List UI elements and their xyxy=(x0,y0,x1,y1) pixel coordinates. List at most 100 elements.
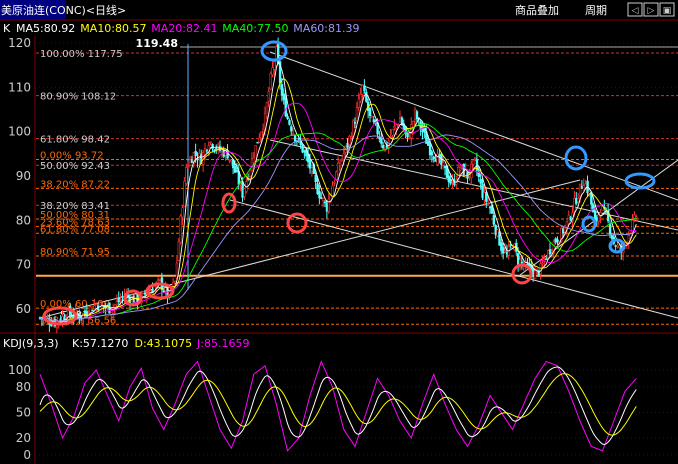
candle-body xyxy=(258,137,261,143)
candle-body xyxy=(115,301,119,306)
candle-body xyxy=(569,216,572,220)
candle-body xyxy=(273,61,276,70)
candle-body xyxy=(286,116,289,120)
kdj-k-line xyxy=(39,366,637,446)
ma-legend-item: MA10:80.57 xyxy=(80,22,146,35)
nav-button-icon: ◁ xyxy=(632,6,639,16)
candle-body xyxy=(292,133,295,135)
candle-body xyxy=(382,144,385,149)
candle-body xyxy=(631,219,634,233)
candle-body xyxy=(235,170,239,172)
candle-body xyxy=(438,154,441,157)
candle-body xyxy=(248,169,252,177)
candle-body xyxy=(361,84,364,95)
candle-body xyxy=(428,144,432,156)
candle-body xyxy=(503,250,507,252)
candle-body xyxy=(228,159,231,161)
candle-body xyxy=(363,85,366,91)
candle-body xyxy=(260,131,263,139)
y-tick-label: 100 xyxy=(8,125,31,139)
candle-body xyxy=(380,137,383,144)
kdj-tick-label: 80 xyxy=(16,380,31,394)
y-tick-label: 110 xyxy=(8,80,31,94)
fib-label: 80.90% 108.12 xyxy=(40,92,116,103)
candle-body xyxy=(177,241,181,261)
candle-body xyxy=(556,239,559,243)
candle-body xyxy=(395,124,398,129)
ma-legend-item: MA60:81.39 xyxy=(293,22,359,35)
candle-body xyxy=(496,229,499,237)
candle-body xyxy=(203,148,207,156)
candle-body xyxy=(325,203,329,212)
candle-body xyxy=(548,249,552,255)
candle-body xyxy=(451,181,454,183)
candle-body xyxy=(239,183,242,186)
candle-body xyxy=(481,183,484,199)
candle-body xyxy=(157,279,160,281)
candle-body xyxy=(539,263,542,275)
candle-body xyxy=(415,111,419,120)
candle-body xyxy=(301,144,304,153)
candle-body xyxy=(550,250,554,253)
ma-legend-item: MA40:77.50 xyxy=(222,22,288,35)
kdj-legend-item: J:85.1659 xyxy=(196,337,249,350)
candle-body xyxy=(432,156,436,159)
candle-body xyxy=(256,141,259,144)
candle-body xyxy=(573,198,576,212)
menu-overlay-button[interactable]: 商品叠加 xyxy=(515,3,559,17)
candle-body xyxy=(541,262,544,265)
candle-body xyxy=(479,179,482,184)
candle-body xyxy=(323,201,327,204)
candle-body xyxy=(406,132,409,138)
candle-body xyxy=(447,175,451,183)
candle-body xyxy=(408,137,411,140)
candle-body xyxy=(230,159,233,162)
fib-label: 100.00% 117.75 xyxy=(40,49,123,60)
candle-body xyxy=(331,185,334,197)
candle-body xyxy=(368,107,372,117)
candle-body xyxy=(215,147,218,151)
candle-body xyxy=(346,142,349,148)
candle-body xyxy=(535,268,539,271)
menu-period-button[interactable]: 周期 xyxy=(585,4,607,17)
candle-body xyxy=(616,244,619,247)
candle-body xyxy=(545,258,548,260)
candle-body xyxy=(488,206,492,209)
candle-body xyxy=(342,153,346,160)
candle-body xyxy=(547,249,550,258)
ma-legend-item: MA5:80.92 xyxy=(16,22,75,35)
candle-body xyxy=(172,281,175,288)
candle-body xyxy=(211,144,214,150)
fib-label: 61.80% 77.08 xyxy=(40,224,110,235)
candle-body xyxy=(370,116,374,119)
candle-body xyxy=(352,120,355,137)
nav-button-icon: ▷ xyxy=(648,6,655,16)
candle-body xyxy=(458,167,462,171)
candle-body xyxy=(608,223,612,235)
candle-body xyxy=(50,324,53,326)
kdj-tick-label: 50 xyxy=(16,406,31,420)
kdj-tick-label: 0 xyxy=(23,448,31,462)
candle-body xyxy=(241,181,244,198)
candle-body xyxy=(196,158,199,161)
candle-body xyxy=(483,192,486,201)
candle-body xyxy=(517,253,520,265)
candle-body xyxy=(333,182,336,184)
candle-body xyxy=(340,158,344,162)
ma-line-20 xyxy=(39,102,637,322)
candle-body xyxy=(372,119,376,123)
candle-body xyxy=(252,157,256,163)
candle-body xyxy=(575,198,578,204)
fib-label: 38.20% 87.22 xyxy=(40,179,110,190)
candle-body xyxy=(473,157,477,160)
annotation-circle xyxy=(581,215,597,233)
candle-body xyxy=(250,158,254,171)
candle-body xyxy=(578,183,582,197)
candle-body xyxy=(314,174,317,182)
ma-legend-item: MA20:82.41 xyxy=(151,22,217,35)
candle-body xyxy=(181,207,184,218)
y-tick-label: 90 xyxy=(16,169,31,183)
candle-body xyxy=(436,153,439,165)
chart-canvas[interactable]: 美原油连(CONC)<日线> 商品叠加 周期 ◁ ▷ ▣ K MA5:80.92 MA10:80… xyxy=(0,0,678,464)
candle-body xyxy=(610,235,614,239)
